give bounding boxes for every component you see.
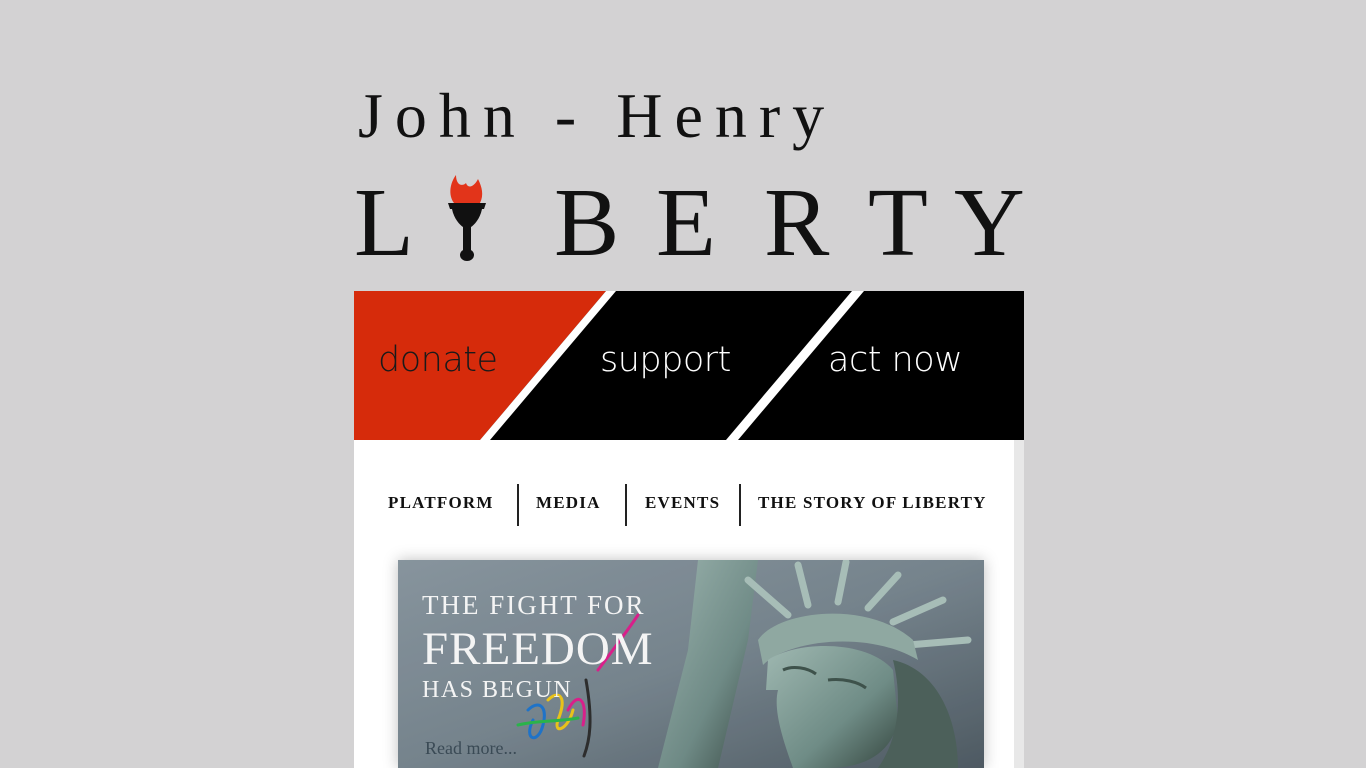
nav-divider xyxy=(625,484,627,526)
torch-icon xyxy=(448,175,486,261)
nav-divider xyxy=(739,484,741,526)
nav-story-of-liberty[interactable]: THE STORY OF LIBERTY xyxy=(758,494,987,511)
logo-letter-b: B xyxy=(554,169,620,277)
nav-divider xyxy=(517,484,519,526)
hero-headline-line2: FREEDOM xyxy=(422,623,654,675)
hero-headline-line3: HAS BEGUN xyxy=(422,677,573,703)
logo-letter-l: L xyxy=(354,169,414,277)
hero-banner[interactable]: THE FIGHT FOR FREEDOM HAS BEGUN Read mor… xyxy=(398,560,984,768)
nav-media[interactable]: MEDIA xyxy=(536,494,601,511)
logo-letter-t: T xyxy=(868,169,928,277)
cta-bar: donate support act now xyxy=(354,291,1024,440)
logo-letter-y: Y xyxy=(954,169,1025,277)
donate-button[interactable]: donate xyxy=(378,343,498,378)
logo-name: John - Henry xyxy=(358,80,837,151)
hero-headline-line1: THE FIGHT FOR xyxy=(422,590,646,620)
panel-edge xyxy=(1014,440,1024,768)
nav-platform[interactable]: PLATFORM xyxy=(388,494,494,511)
nav-events[interactable]: EVENTS xyxy=(645,494,720,511)
logo-letter-e: E xyxy=(656,169,716,277)
support-button[interactable]: support xyxy=(600,343,731,378)
read-more-link[interactable]: Read more... xyxy=(425,738,517,759)
logo-letter-r: R xyxy=(764,169,830,277)
act-now-button[interactable]: act now xyxy=(828,343,963,378)
site-logo[interactable]: John - Henry L B E R T Y xyxy=(354,80,1025,277)
